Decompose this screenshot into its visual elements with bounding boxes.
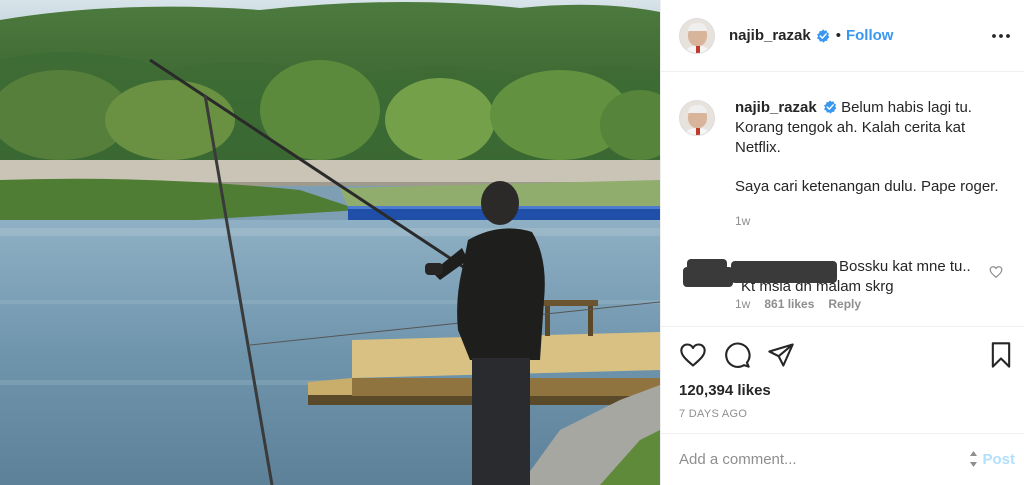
caption-line-1: Belum habis lagi tu. — [841, 99, 972, 116]
caption-text: najib_razak Belum habis lagi tu. Korang … — [735, 98, 1005, 231]
post-button-label: Post — [982, 450, 1015, 468]
redacted-username — [679, 255, 837, 293]
resize-arrows-icon — [970, 451, 978, 467]
comment-icon[interactable] — [723, 341, 751, 369]
comment-text: Bossku kat mne tu.. Kt msia dh malam skr… — [741, 255, 971, 297]
header-separator: • — [835, 27, 841, 44]
likes-count[interactable]: 120,394 likes — [679, 382, 1024, 399]
add-comment-bar: Post — [661, 433, 1024, 485]
caption-avatar[interactable] — [679, 100, 715, 136]
comments-section[interactable]: najib_razak Belum habis lagi tu. Korang … — [661, 72, 1024, 325]
heart-icon[interactable] — [679, 341, 707, 369]
comment-line-1: Bossku kat mne tu.. — [839, 258, 971, 275]
post-side-panel: najib_razak • Follow najib_razak Belum h… — [660, 0, 1024, 485]
caption-line-4: Saya cari ketenangan dulu. Pape roger. — [735, 178, 999, 195]
comment-meta: 1w 861 likes Reply — [735, 297, 861, 311]
caption-line-3: Netflix. — [735, 139, 781, 156]
post-caption: najib_razak Belum habis lagi tu. Korang … — [679, 98, 1005, 231]
more-options-icon[interactable] — [989, 24, 1013, 48]
follow-button[interactable]: Follow — [846, 27, 894, 44]
post-header: najib_razak • Follow — [661, 0, 1024, 72]
caption-time[interactable]: 1w — [735, 211, 1005, 231]
post-timestamp[interactable]: 7 DAYS AGO — [679, 408, 1024, 420]
post-actions: 120,394 likes 7 DAYS AGO — [661, 326, 1024, 433]
bookmark-icon[interactable] — [987, 341, 1015, 369]
share-icon[interactable] — [767, 341, 795, 369]
verified-badge-icon — [823, 99, 837, 114]
avatar[interactable] — [679, 17, 715, 54]
fishing-lake-photo — [0, 0, 660, 485]
comment-item: Bossku kat mne tu.. Kt msia dh malam skr… — [679, 255, 1005, 311]
caption-username[interactable]: najib_razak — [735, 99, 817, 116]
verified-badge-icon — [816, 28, 830, 43]
post-comment-button[interactable]: Post — [969, 450, 1015, 468]
post-photo — [0, 0, 660, 485]
caption-line-2: Korang tengok ah. Kalah cerita kat — [735, 119, 966, 136]
comment-time: 1w — [735, 297, 751, 311]
comment-like-icon[interactable] — [989, 265, 1003, 279]
header-username[interactable]: najib_razak — [729, 27, 811, 44]
comment-likes[interactable]: 861 likes — [764, 297, 814, 311]
reply-button[interactable]: Reply — [828, 297, 861, 311]
comment-input[interactable] — [679, 451, 959, 468]
